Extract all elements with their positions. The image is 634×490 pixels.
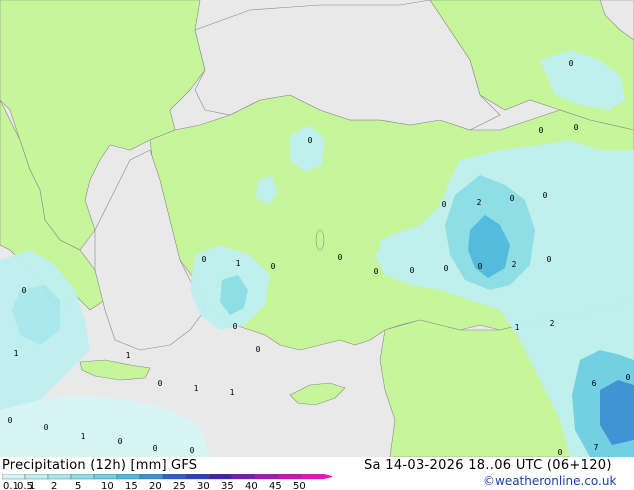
legend-tick-label: 25: [173, 481, 186, 490]
legend-swatch: [231, 474, 256, 480]
legend-tick-label: 5: [75, 481, 81, 490]
legend-swatch: [93, 474, 118, 480]
precip-value-label: 0: [547, 255, 552, 264]
precip-value-label: 0: [338, 253, 343, 262]
legend-labels: 0.10.51 2 5 10 15 20 25 30 35 40 45 50: [3, 481, 306, 490]
precipitation-map: 0 0 0 0 0 0 0 2 0 0 0 1 0 0 0 0 2 1 2 0 0 1 0 1 1 6 0 0 0 0 0 0 1 0 1 0 0 7: [0, 0, 634, 457]
precip-value-label: 0: [118, 437, 123, 446]
legend-swatch: [300, 474, 325, 480]
legend-swatch: [24, 474, 49, 480]
precip-value-label: 0: [202, 255, 207, 264]
legend-tick-label: 30: [197, 481, 210, 490]
color-legend: 0.10.51 2 5 10 15 20 25 30 35 40 45 50: [2, 474, 332, 490]
precip-value-label: 0: [543, 191, 548, 200]
precip-value-label: 0: [374, 267, 379, 276]
legend-swatches: [2, 474, 332, 480]
credit-link[interactable]: ©weatheronline.co.uk: [483, 474, 616, 488]
legend-swatch: [2, 474, 26, 480]
precip-value-label: 0: [444, 264, 449, 273]
precip-value-label: 0: [569, 59, 574, 68]
valid-time: Sa 14-03-2026 18..06 UTC (06+120): [364, 458, 612, 473]
precip-value-label: 2: [512, 260, 517, 269]
precip-value-label: 0: [510, 194, 515, 203]
legend-swatch: [185, 474, 210, 480]
precip-value-label: 0: [539, 126, 544, 135]
legend-tick-label: 10: [101, 481, 114, 490]
precip-value-label: 0: [22, 286, 27, 295]
precip-value-label: 0: [410, 266, 415, 275]
legend-swatch: [70, 474, 95, 480]
precip-value-label: 1: [230, 388, 235, 397]
precip-value-label: 1: [126, 351, 131, 360]
legend-swatch: [208, 474, 233, 480]
legend-tick-label: 15: [125, 481, 138, 490]
legend-swatch: [116, 474, 141, 480]
map-view: 00000002000100002120010116000000101007 P…: [0, 0, 634, 490]
legend-tick-label: 35: [221, 481, 234, 490]
precip-value-label: 7: [594, 443, 599, 452]
legend-tick-label: 2: [51, 481, 57, 490]
precip-value-label: 6: [592, 379, 597, 388]
precip-value-label: 0: [558, 448, 563, 457]
legend-swatch: [277, 474, 302, 480]
precip-value-label: 0: [256, 345, 261, 354]
precip-value-label: 0: [153, 444, 158, 453]
precip-value-label: 0: [44, 423, 49, 432]
precip-value-label: 0: [8, 416, 13, 425]
legend-tick-label: 1: [29, 481, 35, 490]
precip-value-label: 0: [626, 373, 631, 382]
legend-tick-label: 50: [293, 481, 306, 490]
precip-value-label: 1: [515, 323, 520, 332]
legend-tick-label: 40: [245, 481, 258, 490]
legend-tick-label: 20: [149, 481, 162, 490]
precip-value-label: 0: [574, 123, 579, 132]
precip-value-label: 1: [14, 349, 19, 358]
precip-value-label: 1: [81, 432, 86, 441]
legend-arrow: [324, 474, 332, 479]
precip-value-label: 1: [194, 384, 199, 393]
precip-value-label: 0: [233, 322, 238, 331]
precip-value-label: 0: [442, 200, 447, 209]
precip-value-label: 0: [190, 446, 195, 455]
precip-value-label: 0: [478, 262, 483, 271]
map-title: Precipitation (12h) [mm] GFS: [2, 458, 198, 473]
precip-value-label: 2: [550, 319, 555, 328]
legend-tick-label: 45: [269, 481, 282, 490]
legend-swatch: [139, 474, 164, 480]
legend-swatch: [47, 474, 72, 480]
precip-value-label: 1: [236, 259, 241, 268]
precip-value-label: 0: [271, 262, 276, 271]
precip-value-label: 0: [308, 136, 313, 145]
legend-swatch: [162, 474, 187, 480]
precip-value-label: 0: [158, 379, 163, 388]
precip-value-label: 2: [477, 198, 482, 207]
legend-swatch: [254, 474, 279, 480]
